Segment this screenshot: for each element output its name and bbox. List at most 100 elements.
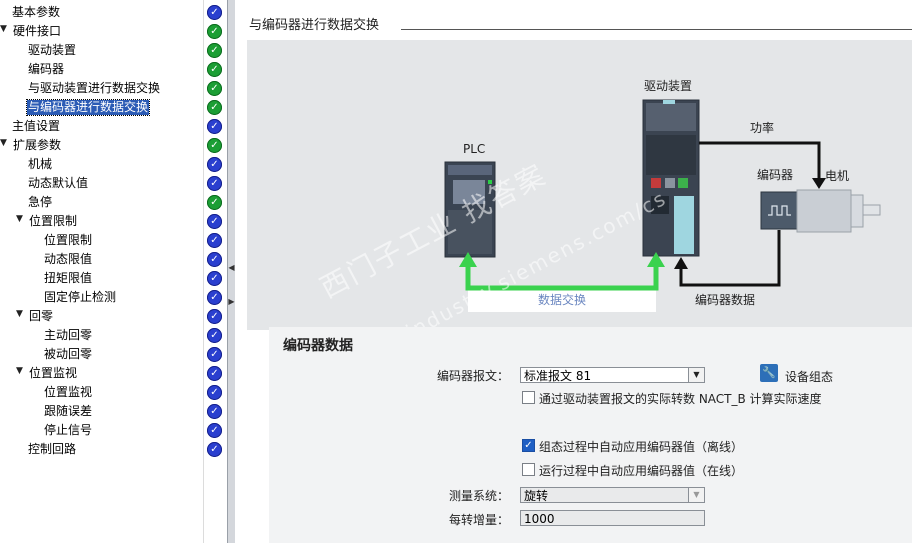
tree-item[interactable]: ▼ 扩展参数 ✓: [0, 136, 227, 155]
tree-item[interactable]: 固定停止检测 ✓: [0, 288, 227, 307]
chevron-down-icon[interactable]: ▼: [16, 214, 23, 224]
tree-item[interactable]: ▼ 位置限制 ✓: [0, 212, 227, 231]
status-check-icon: ✓: [207, 233, 222, 248]
tree-item[interactable]: 动态限值 ✓: [0, 250, 227, 269]
power-label: 功率: [750, 121, 775, 135]
status-check-icon: ✓: [207, 271, 222, 286]
status-check-icon: ✓: [207, 157, 222, 172]
status-check-icon: ✓: [207, 5, 222, 20]
tree-item[interactable]: 扭矩限值 ✓: [0, 269, 227, 288]
tree-item[interactable]: 急停 ✓: [0, 193, 227, 212]
tree-item[interactable]: 与驱动装置进行数据交换 ✓: [0, 79, 227, 98]
nact-label: 通过驱动装置报文的实际转数 NACT_B 计算实际速度: [539, 392, 822, 406]
nact-checkbox[interactable]: [522, 391, 535, 404]
status-check-icon: ✓: [207, 442, 222, 457]
motor-label: 电机: [825, 169, 850, 183]
auto-online-label: 运行过程中自动应用编码器值（在线）: [539, 464, 744, 478]
tree-item[interactable]: 跟随误差 ✓: [0, 402, 227, 421]
status-ok-icon: ✓: [207, 24, 222, 39]
main-panel: 与编码器进行数据交换 PLC 驱动装置 功率 编码器 电机 数据交换 编码器数据…: [235, 0, 912, 543]
tree-item[interactable]: 驱动装置 ✓: [0, 41, 227, 60]
tree-item-label: 位置监视: [44, 385, 93, 399]
status-check-icon: ✓: [207, 404, 222, 419]
tree-item[interactable]: 主值设置 ✓: [0, 117, 227, 136]
encoder-data-form: 编码器数据 编码器报文： 标准报文 81 ▼ 🔧 设备组态 通过驱动装置报文的实…: [269, 327, 912, 543]
chevron-down-icon[interactable]: ▼: [688, 488, 704, 502]
chevron-down-icon[interactable]: ▼: [0, 24, 7, 34]
status-ok-icon: ✓: [207, 81, 222, 96]
tree-item-label: 位置限制: [29, 214, 78, 228]
tree-item[interactable]: 位置监视 ✓: [0, 383, 227, 402]
tree-item[interactable]: ▼ 硬件接口 ✓: [0, 22, 227, 41]
tree-item-label: 扭矩限值: [44, 271, 93, 285]
navigation-tree: 基本参数 ✓ ▼ 硬件接口 ✓ 驱动装置 ✓ 编码器 ✓ 与驱动装置进行数据交换 ✓ 与编码器进行数据…: [0, 0, 227, 543]
plc-label: PLC: [463, 142, 486, 156]
status-check-icon: ✓: [207, 423, 222, 438]
title-divider: [401, 29, 912, 30]
status-ok-icon: ✓: [207, 62, 222, 77]
section-title: 与编码器进行数据交换: [249, 18, 380, 33]
status-check-icon: ✓: [207, 290, 222, 305]
drive-label: 驱动装置: [644, 79, 693, 93]
auto-offline-label: 组态过程中自动应用编码器值（离线）: [539, 440, 744, 454]
tree-item-label: 位置限制: [44, 233, 93, 247]
tree-item-label: 动态限值: [44, 252, 93, 266]
tree-item[interactable]: ▼ 位置监视 ✓: [0, 364, 227, 383]
tree-item-label: 机械: [28, 157, 53, 171]
chevron-down-icon[interactable]: ▼: [688, 368, 704, 382]
motor-device-icon: [796, 189, 881, 233]
tree-item[interactable]: ▼ 回零 ✓: [0, 307, 227, 326]
status-check-icon: ✓: [207, 328, 222, 343]
tree-item[interactable]: 位置限制 ✓: [0, 231, 227, 250]
telegram-value: 标准报文 81: [524, 369, 592, 383]
auto-offline-checkbox[interactable]: ✓: [522, 439, 535, 452]
tree-item[interactable]: 停止信号 ✓: [0, 421, 227, 440]
status-check-icon: ✓: [207, 385, 222, 400]
tree-item-label: 被动回零: [44, 347, 93, 361]
status-ok-icon: ✓: [207, 43, 222, 58]
form-heading: 编码器数据: [283, 338, 353, 354]
tree-item[interactable]: 动态默认值 ✓: [0, 174, 227, 193]
increments-field[interactable]: 1000: [520, 510, 705, 526]
status-check-icon: ✓: [207, 366, 222, 381]
increments-label: 每转增量：: [449, 513, 510, 527]
tree-item[interactable]: 基本参数 ✓: [0, 3, 227, 22]
tree-item[interactable]: 与编码器进行数据交换 ✓: [0, 98, 227, 117]
encoder-device-icon: [760, 191, 798, 230]
tree-item-label: 主值设置: [12, 119, 61, 133]
tree-item-label: 急停: [28, 195, 53, 209]
chevron-down-icon[interactable]: ▼: [16, 309, 23, 319]
tree-item[interactable]: 编码器 ✓: [0, 60, 227, 79]
status-check-icon: ✓: [207, 252, 222, 267]
tree-item[interactable]: 控制回路 ✓: [0, 440, 227, 459]
expand-right-icon[interactable]: ▶: [228, 296, 235, 308]
status-ok-icon: ✓: [207, 195, 222, 210]
data-exchange-label: 数据交换: [538, 293, 587, 307]
tree-item-label: 固定停止检测: [44, 290, 117, 304]
tree-item-label: 与驱动装置进行数据交换: [28, 81, 161, 95]
measure-system-select[interactable]: 旋转 ▼: [520, 487, 705, 503]
tree-item-label: 主动回零: [44, 328, 93, 342]
diagram-graphics: [444, 99, 881, 312]
collapse-left-icon[interactable]: ◀: [228, 262, 235, 274]
tree-item-label: 基本参数: [12, 5, 61, 19]
tree-item-label: 动态默认值: [28, 176, 89, 190]
tree-item[interactable]: 主动回零 ✓: [0, 326, 227, 345]
tree-item[interactable]: 被动回零 ✓: [0, 345, 227, 364]
tree-item[interactable]: 机械 ✓: [0, 155, 227, 174]
auto-online-checkbox[interactable]: [522, 463, 535, 476]
chevron-down-icon[interactable]: ▼: [0, 138, 7, 148]
status-check-icon: ✓: [207, 347, 222, 362]
chevron-down-icon[interactable]: ▼: [16, 366, 23, 376]
telegram-select[interactable]: 标准报文 81 ▼: [520, 367, 705, 383]
tree-item-label: 硬件接口: [13, 24, 62, 38]
tree-item-label: 位置监视: [29, 366, 78, 380]
status-ok-icon: ✓: [207, 138, 222, 153]
tree-item-label: 编码器: [28, 62, 65, 76]
measure-system-label: 测量系统：: [449, 489, 510, 503]
plc-device-icon: [444, 161, 496, 258]
device-config-icon[interactable]: 🔧: [760, 364, 778, 382]
device-config-link[interactable]: 设备组态: [785, 368, 833, 385]
tree-item-label: 回零: [29, 309, 54, 323]
tree-item-label: 驱动装置: [28, 43, 77, 57]
